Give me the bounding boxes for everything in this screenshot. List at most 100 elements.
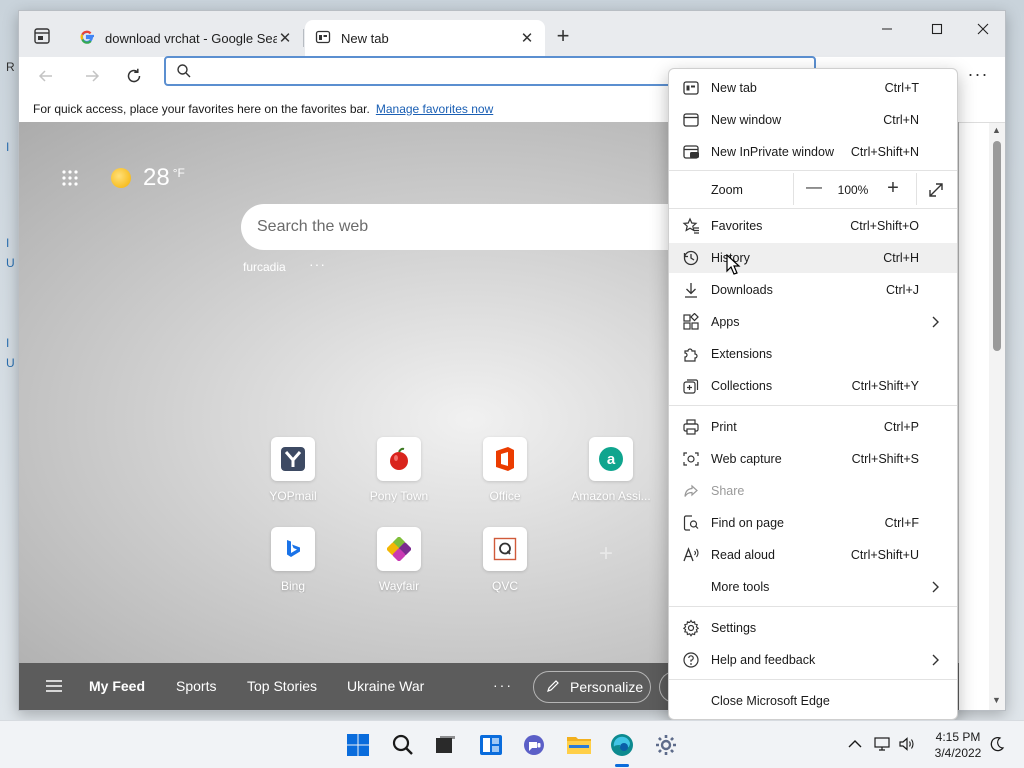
tile-pony-town[interactable]: Pony Town [359,437,439,503]
menu-item-shortcut: Ctrl+Shift+U [850,548,919,562]
maximize-button[interactable] [915,15,959,43]
menu-item-settings[interactable]: Settings [669,613,957,643]
tab-actions-icon[interactable] [31,25,53,47]
tab-new-tab[interactable]: New tab ✕ [305,20,545,57]
settings-and-more-menu: New tab Ctrl+T New window Ctrl+N New InP… [668,68,958,720]
close-tab-icon[interactable]: ✕ [277,30,293,47]
menu-item-label: Close Microsoft Edge [711,694,830,708]
tile-label: Bing [280,579,306,593]
desktop-fragment: I [6,336,10,350]
chevron-up-icon[interactable] [846,735,864,753]
feed-tab-my-feed[interactable]: My Feed [89,678,145,694]
menu-item-label: Web capture [711,452,782,466]
close-window-button[interactable] [961,15,1005,43]
sun-icon[interactable] [111,168,131,188]
tab-bar: download vrchat - Google Search ✕ New ta… [19,11,1005,57]
tile-wayfair[interactable]: Wayfair [359,527,439,593]
settings-and-more-button[interactable]: ··· [963,61,993,91]
taskbar: 4:15 PM 3/4/2022 [0,720,1024,768]
menu-item-more-tools[interactable]: More tools [669,572,957,602]
menu-item-new-window[interactable]: New window Ctrl+N [669,105,957,135]
manage-favorites-link[interactable]: Manage favorites now [376,102,493,116]
back-button[interactable] [31,61,61,91]
history-clock-icon [682,249,700,267]
zoom-level: 100% [837,183,869,197]
menu-item-apps[interactable]: Apps [669,307,957,337]
app-launcher-icon[interactable] [61,169,79,187]
windows-start-icon[interactable] [344,731,372,759]
tile-label: QVC [491,579,518,593]
collections-icon [682,377,700,395]
weather-temperature[interactable]: 28 °F [143,164,185,192]
close-tab-icon[interactable]: ✕ [519,30,535,47]
menu-item-downloads[interactable]: Downloads Ctrl+J [669,275,957,305]
tile-yopmail[interactable]: YOPmail [253,437,333,503]
menu-item-collections[interactable]: Collections Ctrl+Shift+Y [669,371,957,401]
printer-icon [682,418,700,436]
search-icon[interactable] [389,731,417,759]
menu-item-help-and-feedback[interactable]: Help and feedback [669,645,957,675]
network-icon[interactable] [873,735,891,753]
tile-qvc[interactable]: QVC [465,527,545,593]
zoom-out-button[interactable]: — [800,175,828,203]
favorites-star-icon [682,217,700,235]
tab-title: download vrchat - Google Search [105,31,277,46]
share-icon [682,482,700,500]
menu-item-label: Apps [711,315,740,329]
system-clock[interactable]: 4:15 PM 3/4/2022 [928,729,988,761]
menu-item-shortcut: Ctrl+Shift+Y [851,379,919,393]
new-tab-button[interactable]: + [551,25,575,49]
web-search-box[interactable]: Search the web [241,204,701,250]
menu-item-new-inprivate-window[interactable]: New InPrivate window Ctrl+Shift+N [669,137,957,167]
zoom-in-button[interactable]: + [879,175,907,203]
scroll-thumb[interactable] [993,141,1001,351]
menu-item-label: Downloads [711,283,773,297]
refresh-button[interactable] [119,61,149,91]
page-scrollbar[interactable]: ▲ ▼ [989,123,1005,710]
menu-item-share[interactable]: Share [669,476,957,506]
menu-item-shortcut: Ctrl+J [886,283,919,297]
feed-tab-sports[interactable]: Sports [176,678,216,694]
menu-item-read-aloud[interactable]: Read aloud Ctrl+Shift+U [669,540,957,570]
tile-bing[interactable]: Bing [253,527,333,593]
scroll-up-arrow-icon[interactable]: ▲ [992,125,1001,135]
scroll-down-arrow-icon[interactable]: ▼ [992,695,1001,705]
feed-more-button[interactable]: ··· [493,677,513,693]
edge-browser-icon[interactable] [608,731,636,759]
file-explorer-icon[interactable] [565,731,593,759]
menu-item-print[interactable]: Print Ctrl+P [669,412,957,442]
volume-icon[interactable] [898,735,916,753]
inprivate-window-icon [682,143,700,161]
widgets-icon[interactable] [477,731,505,759]
quick-links-more-button[interactable]: ··· [309,256,326,272]
menu-item-web-capture[interactable]: Web capture Ctrl+Shift+S [669,444,957,474]
menu-item-find-on-page[interactable]: Find on page Ctrl+F [669,508,957,538]
feed-tab-ukraine-war[interactable]: Ukraine War [347,678,424,694]
mouse-pointer-icon [726,253,742,276]
menu-item-new-tab[interactable]: New tab Ctrl+T [669,73,957,103]
menu-item-favorites[interactable]: Favorites Ctrl+Shift+O [669,211,957,241]
hamburger-menu-icon[interactable] [45,679,63,693]
minimize-button[interactable] [865,15,909,43]
personalize-button[interactable]: Personalize [533,671,651,703]
notifications-moon-icon[interactable] [988,735,1006,753]
forward-button[interactable] [77,61,107,91]
quick-link-furcadia[interactable]: furcadia [243,260,286,274]
tab-google-search[interactable]: download vrchat - Google Search ✕ [69,20,303,57]
task-view-icon[interactable] [431,731,459,759]
yopmail-icon [271,437,315,481]
temperature-value: 28 [143,164,170,191]
settings-gear-icon[interactable] [652,731,680,759]
tile-amazon-assistant[interactable]: a Amazon Assi... [571,437,651,503]
menu-item-extensions[interactable]: Extensions [669,339,957,369]
menu-item-close-microsoft-edge[interactable]: Close Microsoft Edge [669,686,957,716]
tile-label: YOPmail [269,489,317,503]
menu-item-history[interactable]: History Ctrl+H [669,243,957,273]
add-site-button[interactable]: + [599,540,613,568]
teams-chat-icon[interactable] [520,731,548,759]
download-icon [682,281,700,299]
tile-office[interactable]: Office [465,437,545,503]
office-icon [483,437,527,481]
fullscreen-icon[interactable] [927,181,945,199]
feed-tab-top-stories[interactable]: Top Stories [247,678,317,694]
